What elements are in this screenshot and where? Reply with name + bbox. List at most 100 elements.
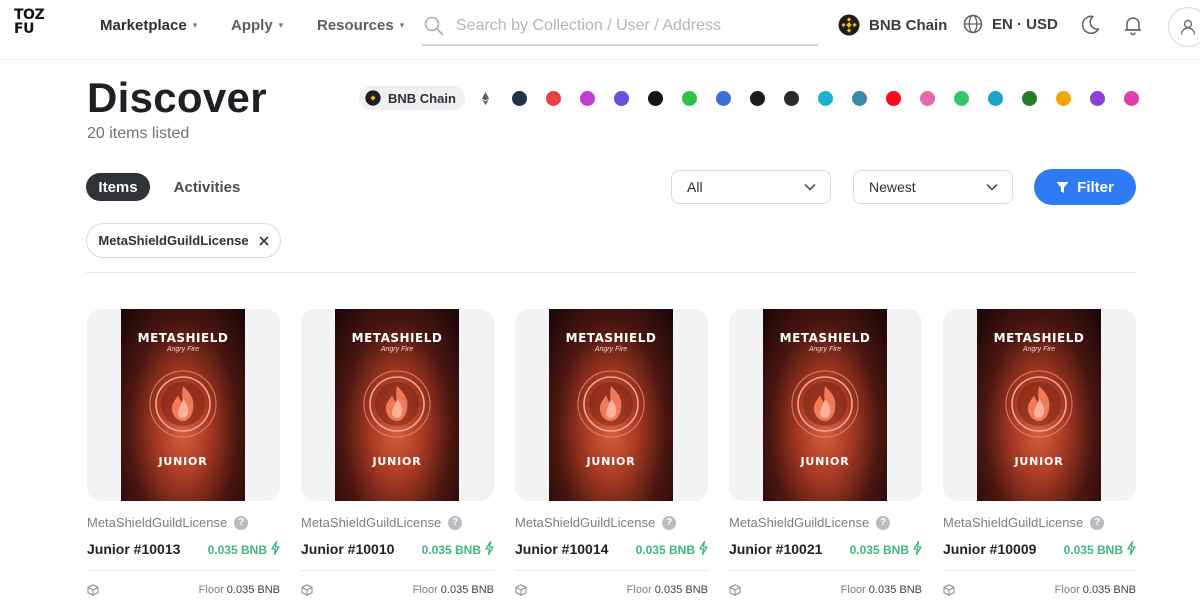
collection-name[interactable]: MetaShieldGuildLicense? (729, 515, 891, 530)
question-icon[interactable]: ? (234, 515, 249, 530)
nft-artwork: METASHIELD Angry Fire JUNIOR (549, 309, 673, 501)
floor-label: Floor (198, 584, 224, 596)
tab-items[interactable]: Items (86, 173, 150, 201)
floor-value: 0.035 BNB (440, 584, 494, 596)
zksync-icon[interactable] (681, 90, 697, 106)
nft-art-subtitle: Angry Fire (594, 346, 628, 353)
scroll-icon[interactable] (817, 90, 833, 106)
chain-icon-list (478, 90, 1139, 106)
collection-name-label: MetaShieldGuildLicense (87, 515, 228, 530)
nft-name: Junior #10021 (729, 541, 823, 557)
celo-icon[interactable] (953, 90, 969, 106)
question-icon[interactable]: ? (448, 515, 463, 530)
active-filter-chip: MetaShieldGuildLicense (86, 223, 281, 258)
filter-button[interactable]: Filter (1034, 169, 1136, 205)
notifications-button[interactable] (1121, 13, 1145, 37)
nft-art-title: METASHIELD (993, 331, 1085, 345)
nft-artwork: METASHIELD Angry Fire JUNIOR (977, 309, 1101, 501)
card-divider (515, 570, 708, 571)
question-icon[interactable]: ? (1090, 515, 1105, 530)
tab-activities[interactable]: Activities (164, 173, 250, 201)
ethereum-icon[interactable] (478, 91, 493, 106)
chain-selector[interactable]: BNB Chain (838, 14, 947, 36)
flame-emblem-icon (576, 369, 646, 439)
close-icon[interactable] (259, 235, 269, 246)
top-header: TOZ FU Marketplace ▾ Apply ▾ Resources ▾ (0, 0, 1200, 60)
user-icon (1180, 19, 1196, 35)
nft-card[interactable]: METASHIELD Angry Fire JUNIOR MetaShieldGuil… (729, 309, 922, 616)
collection-name[interactable]: MetaShieldGuildLicense? (87, 515, 249, 530)
bell-icon (1124, 17, 1142, 36)
dark-mode-toggle[interactable] (1078, 13, 1102, 37)
bnb-chain-icon (365, 90, 381, 106)
manta-icon[interactable] (715, 90, 731, 106)
flame-emblem-icon (362, 369, 432, 439)
nft-art-subtitle: Angry Fire (380, 346, 414, 353)
blast-icon[interactable] (919, 90, 935, 106)
nav-resources[interactable]: Resources ▾ (317, 17, 404, 34)
question-icon[interactable]: ? (662, 515, 677, 530)
nft-card[interactable]: METASHIELD Angry Fire JUNIOR MetaShieldGuil… (87, 309, 280, 616)
nft-card-media[interactable]: METASHIELD Angry Fire JUNIOR (87, 309, 280, 501)
nft-card-media[interactable]: METASHIELD Angry Fire JUNIOR (943, 309, 1136, 501)
lightning-icon[interactable] (913, 540, 922, 558)
collection-name[interactable]: MetaShieldGuildLicense? (515, 515, 677, 530)
nft-art-tier: JUNIOR (1014, 455, 1064, 468)
chain-filter-bnb[interactable]: BNB Chain (359, 86, 465, 110)
language-currency-selector[interactable]: EN · USD (963, 14, 1058, 34)
nft-price: 0.035 BNB (635, 540, 708, 558)
sort-select[interactable]: Newest (853, 170, 1013, 204)
lightning-icon[interactable] (1127, 540, 1136, 558)
chevron-down-icon: ▾ (192, 20, 198, 30)
nft-card[interactable]: METASHIELD Angry Fire JUNIOR MetaShieldGuil… (943, 309, 1136, 616)
lightning-icon[interactable] (485, 540, 494, 558)
question-icon[interactable]: ? (876, 515, 891, 530)
nft-card[interactable]: METASHIELD Angry Fire JUNIOR MetaShieldGuil… (515, 309, 708, 616)
nft-card[interactable]: METASHIELD Angry Fire JUNIOR MetaShieldGuil… (301, 309, 494, 616)
nft-card-media[interactable]: METASHIELD Angry Fire JUNIOR (515, 309, 708, 501)
nav-marketplace[interactable]: Marketplace ▾ (100, 17, 197, 34)
mantle-icon[interactable] (987, 90, 1003, 106)
nft-price-value: 0.035 BNB (635, 542, 695, 557)
lightning-icon[interactable] (699, 540, 708, 558)
user-avatar[interactable] (1168, 7, 1200, 47)
arbitrum-icon[interactable] (511, 90, 527, 106)
nft-card-media[interactable]: METASHIELD Angry Fire JUNIOR (729, 309, 922, 501)
chevron-down-icon (804, 183, 816, 191)
collection-name-label: MetaShieldGuildLicense (729, 515, 870, 530)
flame-emblem-icon (790, 369, 860, 439)
lightning-icon[interactable] (271, 540, 280, 558)
type-select[interactable]: All (671, 170, 831, 204)
linea-icon[interactable] (647, 90, 663, 106)
zeta-icon[interactable] (1021, 90, 1037, 106)
nft-price: 0.035 BNB (1064, 540, 1136, 558)
tozfu-logo[interactable]: TOZ FU (14, 8, 54, 44)
kava-icon[interactable] (783, 90, 799, 106)
nft-card-media[interactable]: METASHIELD Angry Fire JUNIOR (301, 309, 494, 501)
floor-value: 0.035 BNB (1082, 584, 1136, 596)
cube-icon (87, 583, 99, 601)
chain-filter-row: BNB Chain (359, 86, 1139, 110)
chainlink-icon[interactable] (579, 90, 595, 106)
collection-name[interactable]: MetaShieldGuildLicense? (301, 515, 463, 530)
bnb-chain-icon (838, 14, 860, 36)
nft-price-value: 0.035 BNB (849, 542, 909, 557)
chain-selector-label: BNB Chain (869, 16, 948, 34)
core-icon[interactable] (749, 90, 765, 106)
globe-icon (963, 14, 983, 34)
purple-chain-icon[interactable] (1089, 90, 1105, 106)
pink-chain-icon[interactable] (1123, 90, 1139, 106)
nft-price-value: 0.035 BNB (421, 542, 481, 557)
nav-apply[interactable]: Apply ▾ (231, 17, 283, 34)
sei-icon[interactable] (851, 90, 867, 106)
collection-name[interactable]: MetaShieldGuildLicense? (943, 515, 1105, 530)
card-divider (301, 570, 494, 571)
optimism-icon[interactable] (885, 90, 901, 106)
moonbeam-icon[interactable] (1055, 90, 1071, 106)
floor-value: 0.035 BNB (868, 584, 922, 596)
items-count: 20 items listed (87, 125, 190, 142)
search-input[interactable] (456, 17, 796, 35)
avalanche-icon[interactable] (545, 90, 561, 106)
type-select-value: All (687, 179, 703, 195)
polygon-icon[interactable] (613, 90, 629, 106)
